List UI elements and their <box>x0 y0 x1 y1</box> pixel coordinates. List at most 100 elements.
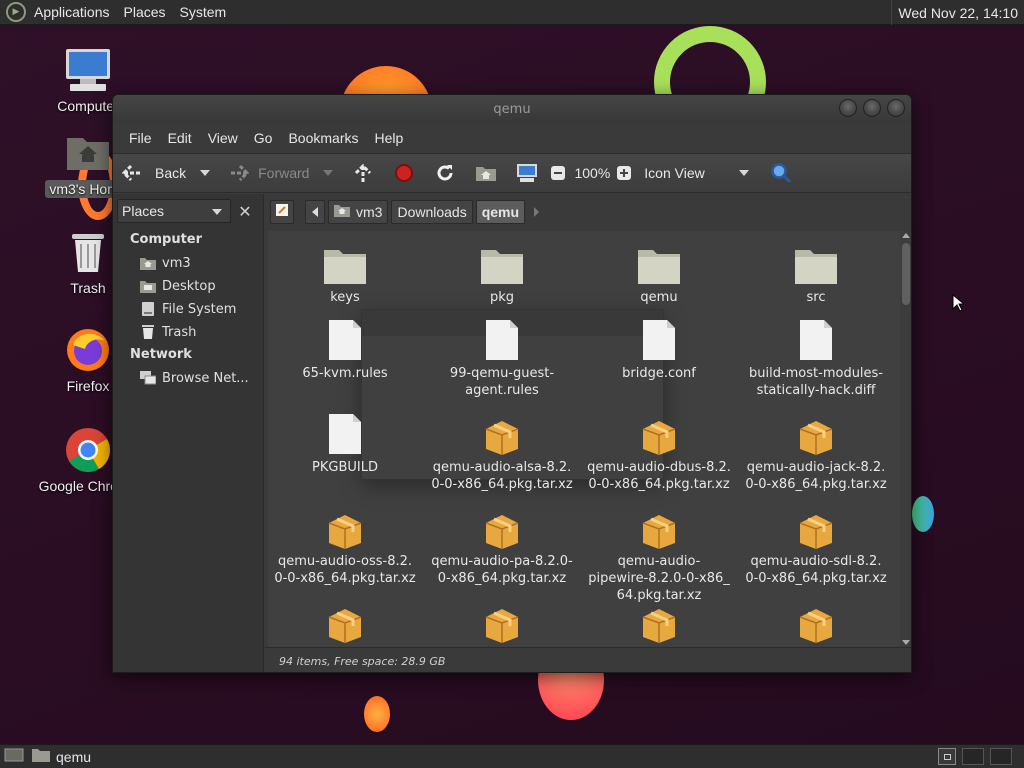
view-mode-dropdown[interactable] <box>738 170 749 176</box>
file-item-label: qemu-audio-dbus-8.2. 0-0-x86_64.pkg.tar.… <box>587 460 731 492</box>
forward-history-dropdown[interactable] <box>323 170 334 176</box>
file-item[interactable]: PKGBUILD <box>270 407 420 476</box>
file-item[interactable]: qemu <box>584 237 734 306</box>
sidebar-item-trash[interactable]: Trash <box>140 324 196 340</box>
menu-go[interactable]: Go <box>246 130 281 146</box>
back-button[interactable]: Back <box>121 161 186 185</box>
workspace-switcher-2[interactable] <box>962 748 984 765</box>
package-icon <box>635 595 683 643</box>
package-icon <box>478 501 526 549</box>
menu-file[interactable]: File <box>121 130 160 146</box>
sidebar-item-vm3[interactable]: vm3 <box>140 255 191 271</box>
close-side-pane-icon[interactable]: ✕ <box>233 199 257 223</box>
file-item[interactable]: qemu-audio-dbus-8.2. 0-0-x86_64.pkg.tar.… <box>584 407 734 493</box>
file-item[interactable]: qemu-audio-jack-8.2. 0-0-x86_64.pkg.tar.… <box>741 407 891 493</box>
sidebar-item-file-system[interactable]: File System <box>140 301 236 317</box>
text-file-icon <box>478 313 526 361</box>
up-arrow-icon[interactable] <box>351 161 375 185</box>
file-item[interactable]: bridge.conf <box>584 313 734 382</box>
workspace-switcher-3[interactable] <box>990 748 1012 765</box>
taskbar-item-qemu[interactable]: qemu <box>32 748 91 765</box>
wallpaper-small-orange-blob <box>364 696 390 732</box>
view-mode-select[interactable]: Icon View <box>644 165 704 181</box>
show-desktop-icon[interactable] <box>4 747 24 767</box>
file-item[interactable]: 65-kvm.rules <box>270 313 420 382</box>
file-item-label: qemu-audio-jack-8.2. 0-0-x86_64.pkg.tar.… <box>745 460 887 492</box>
path-segment-label: qemu <box>481 203 520 220</box>
menu-view[interactable]: View <box>200 130 246 146</box>
text-file-icon <box>321 407 369 455</box>
close-button[interactable] <box>887 99 905 117</box>
search-icon[interactable] <box>769 161 793 185</box>
back-history-dropdown[interactable] <box>200 170 211 176</box>
package-icon <box>635 501 683 549</box>
window-titlebar[interactable]: qemu <box>113 95 911 123</box>
file-item-label: qemu-audio-sdl-8.2. 0-0-x86_64.pkg.tar.x… <box>745 554 887 586</box>
file-item[interactable]: build-most-modules- statically-hack.diff <box>741 313 891 399</box>
scroll-thumb[interactable] <box>902 243 910 305</box>
menu-bookmarks[interactable]: Bookmarks <box>280 130 366 146</box>
path-scroll-left-button[interactable] <box>305 199 325 224</box>
file-item[interactable]: keys <box>270 237 420 306</box>
file-icon-view[interactable]: keys pkg qemu src 65-kvm.rules 99-qemu-guest-… <box>268 231 901 647</box>
system-menu[interactable]: System <box>180 4 227 20</box>
zoom-in-icon[interactable] <box>612 161 636 185</box>
file-item[interactable]: qemu-audio-oss-8.2. 0-0-x86_64.pkg.tar.x… <box>270 501 420 587</box>
home-icon[interactable] <box>474 161 498 185</box>
scroll-down-arrow[interactable] <box>902 640 910 645</box>
path-segment-qemu[interactable]: qemu <box>475 199 526 224</box>
stop-icon[interactable] <box>392 161 416 185</box>
places-menu[interactable]: Places <box>124 4 166 20</box>
side-pane-type-select[interactable]: Places <box>117 199 231 223</box>
back-label: Back <box>155 165 187 181</box>
chevron-right-icon[interactable] <box>534 206 540 217</box>
sidebar-item-browse-network[interactable]: Browse Net... <box>140 370 249 386</box>
forward-arrow-icon <box>226 161 250 185</box>
file-item[interactable] <box>427 595 577 643</box>
desktop-icon-label: Firefox <box>66 378 110 394</box>
menubar: File Edit View Go Bookmarks Help <box>113 123 911 153</box>
folder-icon <box>321 237 369 285</box>
file-item[interactable]: qemu-audio-pa-8.2.0- 0-x86_64.pkg.tar.xz <box>427 501 577 587</box>
file-item[interactable] <box>584 595 734 643</box>
edit-location-button[interactable] <box>270 199 294 224</box>
folder-icon <box>32 748 50 765</box>
path-segment-downloads[interactable]: Downloads <box>391 199 473 224</box>
file-item[interactable]: src <box>741 237 891 306</box>
reload-icon[interactable] <box>433 161 457 185</box>
vertical-scrollbar[interactable] <box>900 231 911 647</box>
menu-edit[interactable]: Edit <box>160 130 200 146</box>
sidebar-item-label: Trash <box>162 324 197 340</box>
zoom-level: 100% <box>574 165 611 181</box>
package-icon <box>792 595 840 643</box>
minimize-button[interactable] <box>839 99 857 117</box>
file-item[interactable] <box>741 595 891 643</box>
menu-help[interactable]: Help <box>367 130 412 146</box>
applications-menu[interactable]: Applications <box>34 4 110 20</box>
home-folder-icon <box>64 128 112 176</box>
forward-button[interactable]: Forward <box>226 161 309 185</box>
package-icon <box>321 501 369 549</box>
chevron-left-icon <box>312 206 318 217</box>
file-item[interactable]: 99-qemu-guest- agent.rules <box>427 313 577 399</box>
file-item[interactable] <box>270 595 420 643</box>
top-panel: ▶ Applications Places System Wed Nov 22,… <box>0 0 1024 25</box>
file-item[interactable]: qemu-audio- pipewire-8.2.0-0-x86_ 64.pkg… <box>584 501 734 604</box>
desktop-icon-label: Computer <box>57 98 119 114</box>
file-item[interactable]: qemu-audio-sdl-8.2. 0-0-x86_64.pkg.tar.x… <box>741 501 891 587</box>
file-item-label: build-most-modules- statically-hack.diff <box>748 366 884 398</box>
maximize-button[interactable] <box>863 99 881 117</box>
sidebar-item-desktop[interactable]: Desktop <box>140 278 216 294</box>
file-item[interactable]: qemu-audio-alsa-8.2. 0-0-x86_64.pkg.tar.… <box>427 407 577 493</box>
path-segment-vm3[interactable]: vm3 <box>328 199 389 224</box>
drive-icon <box>140 301 156 317</box>
clock[interactable]: Wed Nov 22, 14:10 <box>891 0 1024 25</box>
zoom-out-icon[interactable] <box>546 161 570 185</box>
scroll-up-arrow[interactable] <box>902 233 910 238</box>
distro-logo-icon[interactable]: ▶ <box>6 2 26 22</box>
firefox-icon <box>64 326 112 374</box>
package-icon <box>321 595 369 643</box>
file-item[interactable]: pkg <box>427 237 577 306</box>
workspace-switcher-1[interactable] <box>938 748 956 765</box>
computer-icon[interactable] <box>515 161 539 185</box>
